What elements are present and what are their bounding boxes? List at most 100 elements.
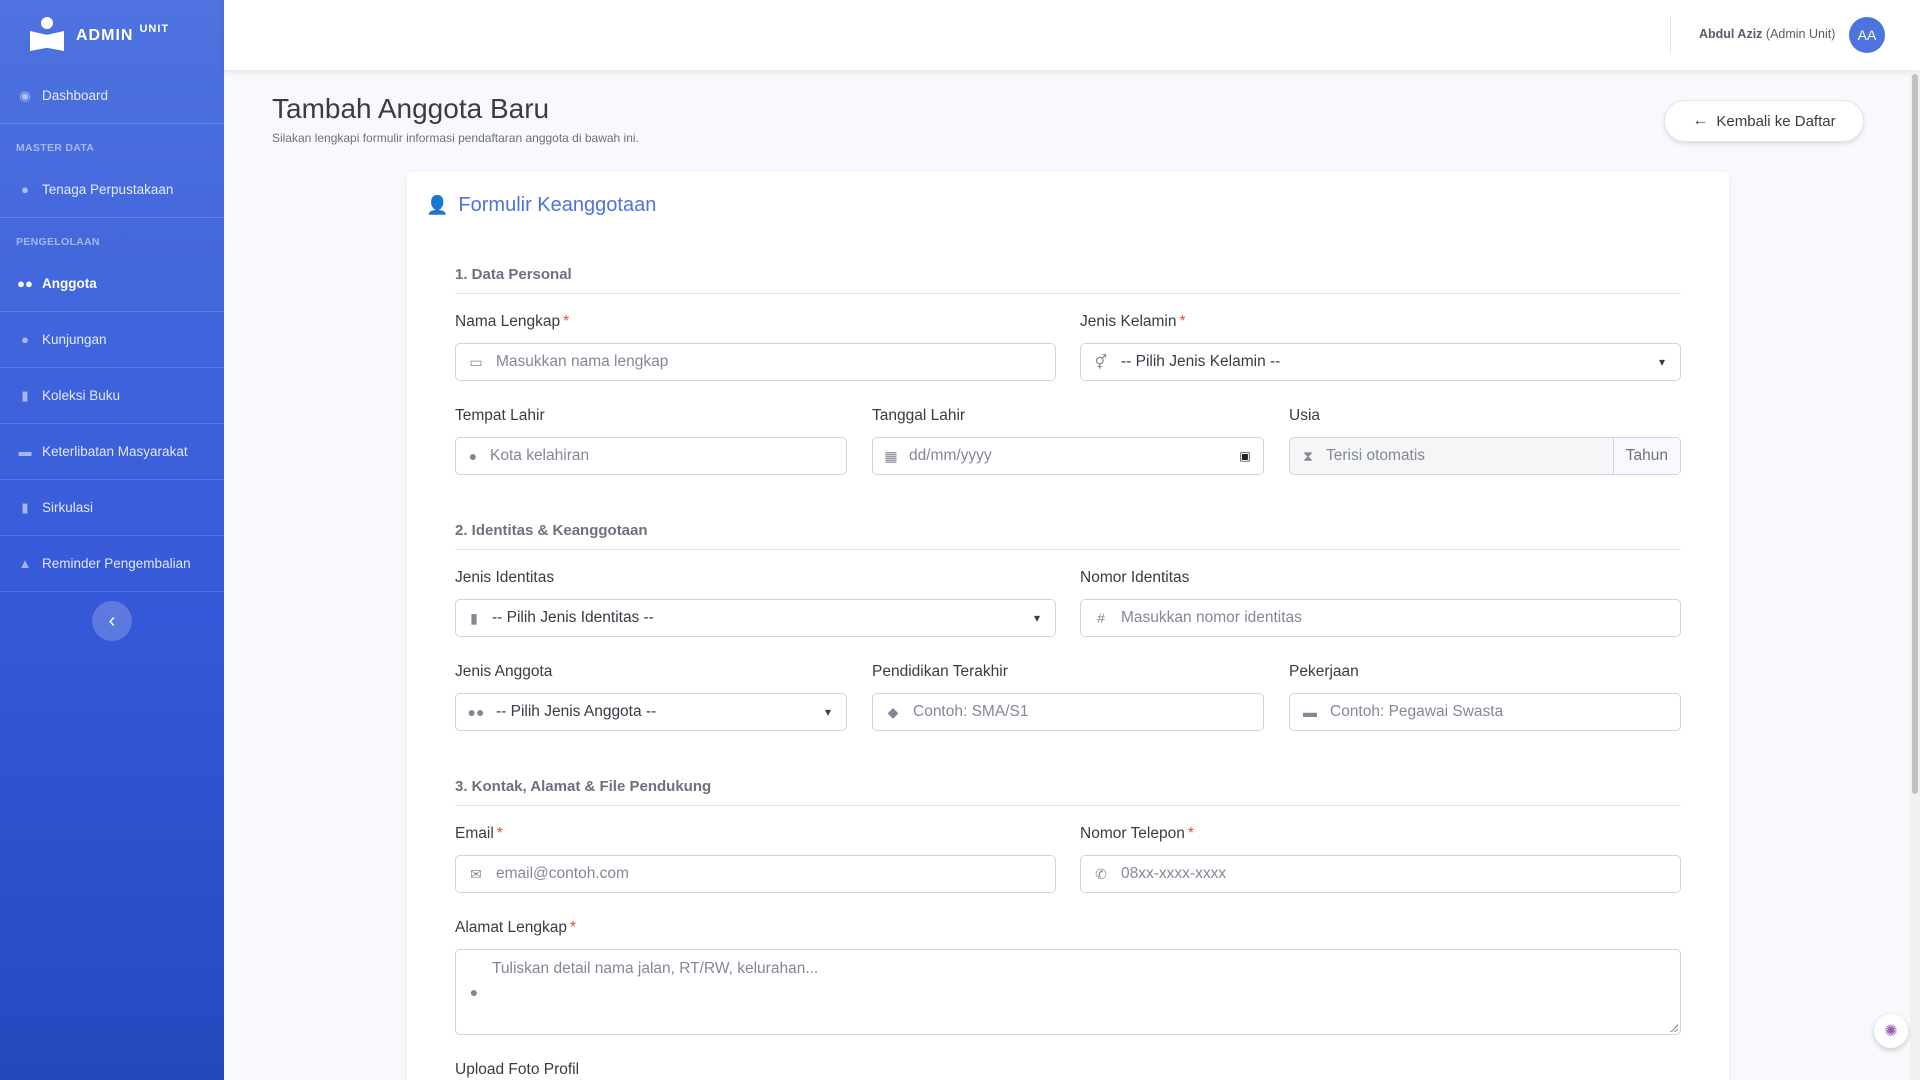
user-name: Abdul Aziz — [1699, 27, 1763, 41]
pendidikan-input[interactable]: ◆ Contoh: SMA/S1 — [872, 693, 1264, 731]
selected-value: -- Pilih Jenis Kelamin -- — [1121, 353, 1281, 370]
scrollbar-thumb[interactable] — [1912, 74, 1918, 794]
tanggal-lahir-label: Tanggal Lahir — [872, 407, 966, 424]
label-text: Nama Lengkap — [455, 313, 561, 330]
usia-suffix: Tahun — [1612, 438, 1680, 474]
placeholder: Masukkan nama lengkap — [496, 353, 669, 370]
jenis-identitas-select[interactable]: ▮ -- Pilih Jenis Identitas -- ▾ — [455, 599, 1056, 637]
user-edit-icon: 👤 — [426, 195, 449, 215]
selected-value: -- Pilih Jenis Identitas -- — [492, 609, 654, 626]
alamat-textarea[interactable]: ● Tuliskan detail nama jalan, RT/RW, kel… — [455, 949, 1681, 1035]
nomor-identitas-label: Nomor Identitas — [1080, 569, 1190, 586]
chevron-down-icon: ▾ — [824, 705, 832, 719]
map-marker-icon: ● — [469, 984, 479, 1000]
sidebar-item-label: Koleksi Buku — [42, 388, 121, 403]
hashtag-icon: # — [1097, 610, 1105, 626]
placeholder: email@contoh.com — [496, 865, 629, 882]
chevron-down-icon: ▾ — [1033, 611, 1041, 625]
placeholder: Kota kelahiran — [490, 447, 590, 464]
user-icon: ● — [21, 182, 29, 197]
sidebar-item-label: Reminder Pengembalian — [42, 556, 191, 571]
sidebar-item-anggota[interactable]: ●● Anggota — [0, 256, 224, 312]
pekerjaan-input[interactable]: ▬ Contoh: Pegawai Swasta — [1289, 693, 1681, 731]
telepon-input[interactable]: ✆ 08xx-xxxx-xxxx — [1080, 855, 1681, 893]
hourglass-icon: ⧗ — [1303, 447, 1313, 464]
back-button-label: Kembali ke Daftar — [1716, 112, 1836, 130]
jenis-kelamin-select[interactable]: ⚥ -- Pilih Jenis Kelamin -- ▾ — [1080, 343, 1681, 381]
page-scrollbar[interactable] — [1910, 70, 1920, 1080]
map-marker-icon: ● — [468, 448, 478, 464]
required-mark: * — [1179, 313, 1186, 330]
calendar-icon: ▦ — [884, 447, 898, 464]
phone-icon: ✆ — [1095, 865, 1107, 882]
pendidikan-label: Pendidikan Terakhir — [872, 663, 1008, 680]
assistant-floating-button[interactable]: ✺ — [1874, 1014, 1908, 1048]
handshake-icon: ▬ — [18, 444, 32, 459]
sidebar-item-kunjungan[interactable]: ● Kunjungan — [0, 312, 224, 368]
library-logo-icon — [30, 17, 64, 51]
email-input[interactable]: ✉ email@contoh.com — [455, 855, 1056, 893]
sidebar-heading-master: MASTER DATA — [16, 142, 95, 154]
avatar[interactable]: AA — [1849, 17, 1885, 53]
envelope-icon: ✉ — [470, 865, 482, 882]
sidebar-item-koleksi-buku[interactable]: ▮ Koleksi Buku — [0, 368, 224, 424]
briefcase-icon: ▬ — [1303, 704, 1317, 720]
placeholder: Contoh: Pegawai Swasta — [1330, 703, 1504, 720]
sidebar-item-label: Keterlibatan Masyarakat — [42, 444, 188, 459]
sidebar-item-label: Tenaga Perpustakaan — [42, 182, 174, 197]
sidebar-item-tenaga-perpustakaan[interactable]: ● Tenaga Perpustakaan — [0, 162, 224, 218]
usia-label: Usia — [1289, 407, 1321, 424]
sidebar-item-keterlibatan-masyarakat[interactable]: ▬ Keterlibatan Masyarakat — [0, 424, 224, 480]
required-mark: * — [563, 313, 570, 330]
arrow-left-icon: ← — [1692, 112, 1709, 129]
users-icon: ●● — [467, 704, 485, 720]
section-identity: 2. Identitas & Keanggotaan — [455, 522, 1681, 550]
jenis-anggota-select[interactable]: ●● -- Pilih Jenis Anggota -- ▾ — [455, 693, 847, 731]
selected-value: -- Pilih Jenis Anggota -- — [496, 703, 657, 720]
user-menu[interactable]: Abdul Aziz (Admin Unit) — [1699, 27, 1835, 41]
required-mark: * — [1187, 825, 1194, 842]
required-mark: * — [570, 919, 577, 936]
book-icon: ▮ — [21, 387, 29, 403]
resize-handle[interactable] — [1670, 1024, 1678, 1032]
topbar: Abdul Aziz (Admin Unit) AA — [224, 0, 1920, 70]
clipboard-icon: ▮ — [21, 499, 29, 515]
bell-icon: ▲ — [18, 556, 32, 571]
required-mark: * — [496, 825, 503, 842]
users-icon: ●● — [17, 276, 33, 291]
sidebar-item-sirkulasi[interactable]: ▮ Sirkulasi — [0, 480, 224, 536]
sidebar-toggle-button[interactable]: ‹ — [92, 601, 132, 641]
placeholder: 08xx-xxxx-xxxx — [1121, 865, 1227, 882]
nama-lengkap-input[interactable]: ▭ Masukkan nama lengkap — [455, 343, 1056, 381]
id-badge-icon: ▮ — [470, 609, 478, 626]
sidebar-item-label: Sirkulasi — [42, 500, 94, 515]
jenis-kelamin-label: Jenis Kelamin * — [1080, 313, 1186, 331]
brand[interactable]: ADMIN UNIT — [0, 0, 224, 68]
jenis-identitas-label: Jenis Identitas — [455, 569, 555, 586]
usia-input: ⧗ Terisi otomatis Tahun — [1289, 437, 1681, 475]
placeholder: Terisi otomatis — [1326, 447, 1426, 464]
pekerjaan-label: Pekerjaan — [1289, 663, 1359, 680]
label-text: Nomor Telepon — [1080, 825, 1185, 842]
tanggal-lahir-input[interactable]: ▦ dd/mm/yyyy ▣ — [872, 437, 1264, 475]
telepon-label: Nomor Telepon * — [1080, 825, 1194, 843]
label-text: Jenis Kelamin — [1080, 313, 1177, 330]
graduation-cap-icon: ◆ — [887, 703, 899, 720]
date-picker-icon[interactable]: ▣ — [1227, 449, 1263, 463]
sidebar-item-label: Anggota — [42, 276, 97, 291]
tempat-lahir-input[interactable]: ● Kota kelahiran — [455, 437, 847, 475]
upload-foto-label: Upload Foto Profil — [455, 1061, 580, 1078]
placeholder: Contoh: SMA/S1 — [913, 703, 1029, 720]
alamat-label: Alamat Lengkap * — [455, 919, 576, 937]
chevron-left-icon: ‹ — [108, 609, 116, 632]
page-title: Tambah Anggota Baru — [272, 93, 550, 124]
nomor-identitas-input[interactable]: # Masukkan nomor identitas — [1080, 599, 1681, 637]
sidebar-heading-pengelolaan: PENGELOLAAN — [16, 236, 100, 248]
sidebar-item-reminder-pengembalian[interactable]: ▲ Reminder Pengembalian — [0, 536, 224, 592]
back-to-list-button[interactable]: ← Kembali ke Daftar — [1664, 100, 1864, 142]
brand-suffix: UNIT — [139, 23, 170, 35]
sidebar-item-dashboard[interactable]: ◉ Dashboard — [0, 68, 224, 124]
gender-icon: ⚥ — [1094, 353, 1108, 370]
email-label: Email * — [455, 825, 503, 843]
placeholder: Tuliskan detail nama jalan, RT/RW, kelur… — [492, 960, 819, 977]
